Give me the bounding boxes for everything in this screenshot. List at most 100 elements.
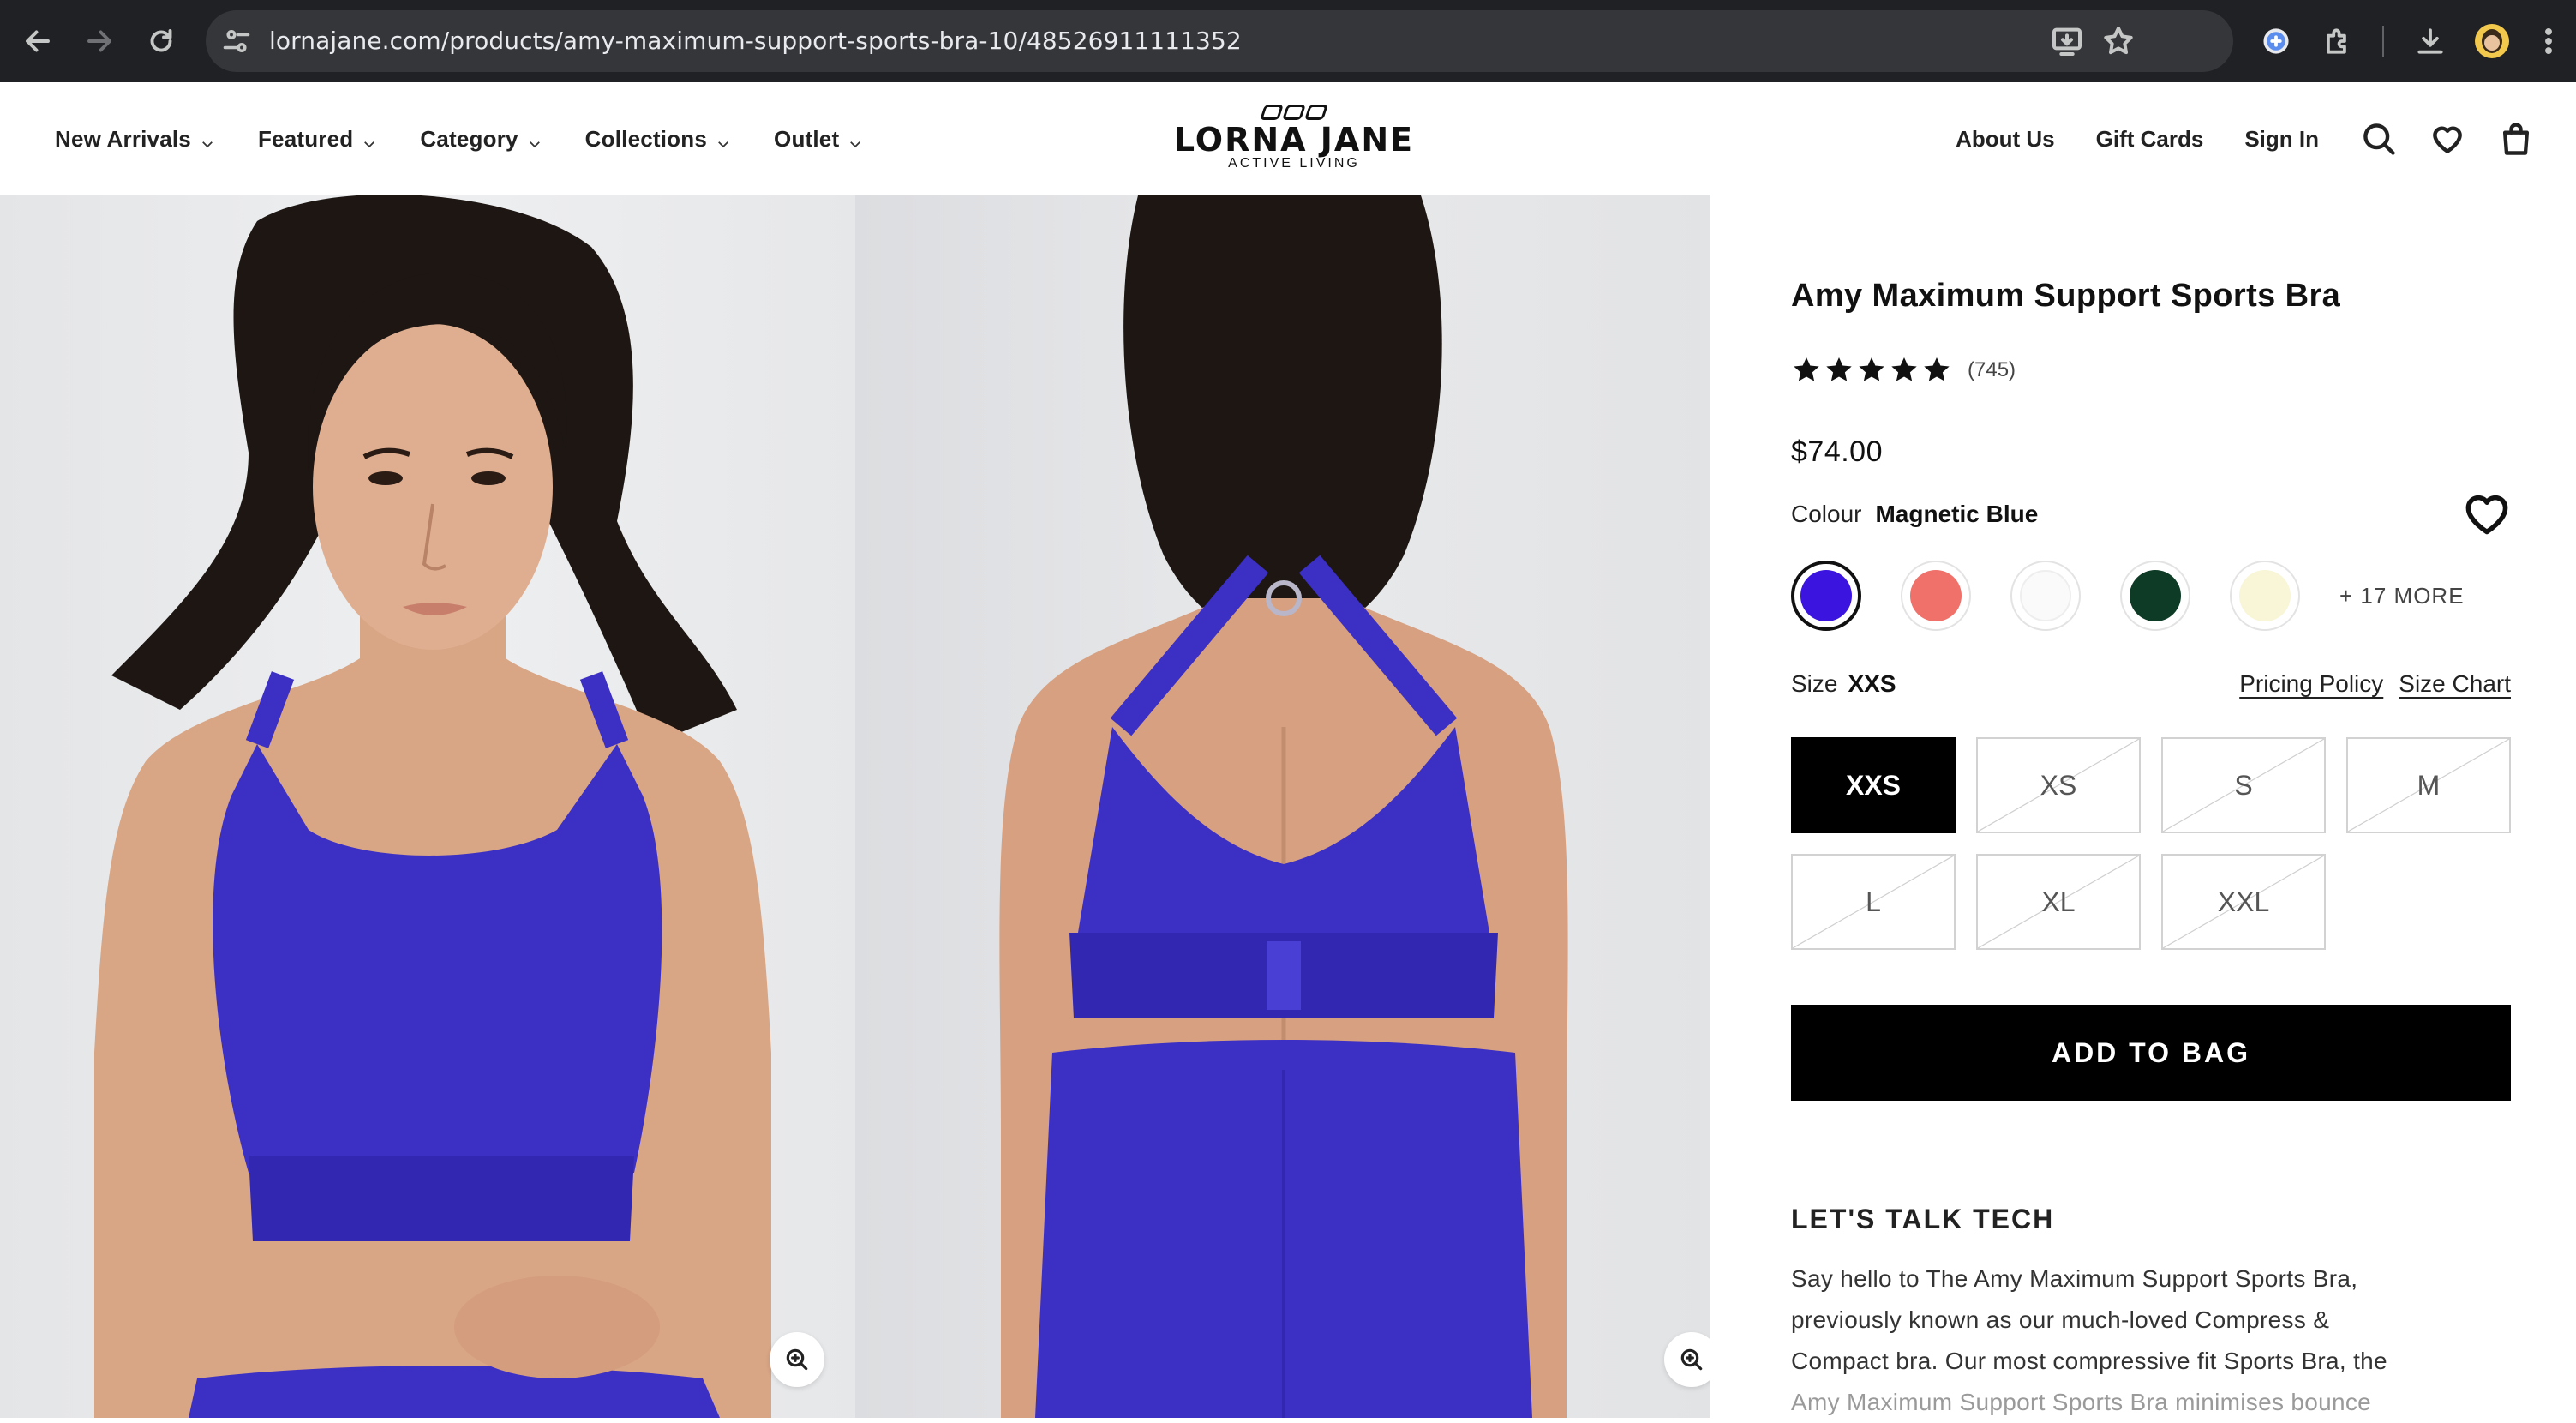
site-header: New Arrivals Featured Category Collectio… [0, 82, 2576, 195]
url-text[interactable]: lornajane.com/products/amy-maximum-suppo… [269, 10, 1242, 72]
colour-label: Colour [1791, 501, 1862, 527]
address-bar[interactable]: lornajane.com/products/amy-maximum-suppo… [206, 10, 2233, 72]
extension-icon[interactable] [2255, 21, 2297, 62]
model-front-illustration [94, 195, 771, 1418]
review-count[interactable]: (745) [1968, 358, 2016, 382]
zoom-button[interactable] [770, 1332, 824, 1387]
back-button[interactable] [17, 21, 58, 62]
size-option[interactable]: XXS [1791, 737, 1956, 833]
add-to-bag-button[interactable]: ADD TO BAG [1791, 1005, 2511, 1101]
size-value: XXS [1848, 670, 1896, 697]
toolbar-divider [2382, 26, 2384, 57]
nav-category[interactable]: Category [420, 126, 542, 153]
chevron-down-icon [848, 131, 863, 148]
zoom-in-icon [786, 1348, 808, 1371]
product-image-back[interactable] [855, 195, 1710, 1418]
pricing-policy-link[interactable]: Pricing Policy [2239, 670, 2383, 698]
colour-value: Magnetic Blue [1875, 501, 2039, 527]
logo-name: LORNA JANE [1173, 121, 1415, 159]
sign-in-link[interactable]: Sign In [2244, 126, 2319, 153]
search-icon[interactable] [2360, 120, 2398, 158]
shopping-bag-icon[interactable] [2497, 120, 2535, 158]
tech-description: Say hello to The Amy Maximum Support Spo… [1791, 1258, 2511, 1423]
size-option-label: XS [2040, 769, 2077, 801]
arrow-right-icon [87, 30, 111, 52]
star-icon [1824, 355, 1854, 386]
add-to-wishlist-heart-icon[interactable] [2463, 492, 2511, 537]
colour-swatch[interactable] [2230, 561, 2300, 631]
main-nav: New Arrivals Featured Category Collectio… [55, 82, 906, 195]
forward-button[interactable] [79, 21, 120, 62]
size-links: Pricing Policy Size Chart [2239, 670, 2511, 698]
size-option-unavailable[interactable]: M [2346, 737, 2511, 833]
chevron-down-icon [716, 131, 731, 148]
size-option-label: L [1866, 886, 1881, 917]
site-logo[interactable]: LORNA JANE ACTIVE LIVING [1165, 101, 1423, 178]
product-rating[interactable]: (745) [1791, 355, 2016, 386]
nav-collections[interactable]: Collections [585, 126, 731, 153]
colour-swatches: + 17 MORE [1791, 561, 2511, 633]
nav-label: New Arrivals [55, 125, 191, 152]
star-icon [1921, 355, 1952, 386]
menu-kebab-icon[interactable] [2528, 21, 2569, 62]
product-gallery [0, 195, 1710, 1418]
product-price: $74.00 [1791, 435, 1883, 468]
about-us-link[interactable]: About Us [1956, 126, 2055, 153]
size-option-unavailable[interactable]: XS [1976, 737, 2141, 833]
nav-outlet[interactable]: Outlet [774, 126, 863, 153]
chevron-down-icon [362, 131, 377, 148]
zoom-in-icon [1680, 1348, 1703, 1371]
size-option-label: XXS [1845, 769, 1902, 801]
chevron-down-icon [527, 131, 542, 148]
size-option-unavailable[interactable]: XXL [2161, 854, 2326, 950]
site-settings-icon[interactable] [221, 26, 252, 57]
product-info-panel: Amy Maximum Support Sports Bra (745) $74… [1791, 195, 2511, 1418]
size-row: Size XXS Pricing Policy Size Chart [1791, 670, 2511, 705]
more-colours-link[interactable]: + 17 MORE [2339, 583, 2465, 609]
tech-heading: LET'S TALK TECH [1791, 1204, 2055, 1234]
star-icon [1791, 355, 1822, 386]
size-option-unavailable[interactable]: L [1791, 854, 1956, 950]
nav-new-arrivals[interactable]: New Arrivals [55, 126, 215, 153]
utility-nav: About Us Gift Cards Sign In [1956, 82, 2576, 195]
nav-label: Outlet [774, 125, 840, 152]
profile-avatar[interactable] [2475, 24, 2509, 58]
size-label: Size [1791, 670, 1838, 697]
extensions-puzzle-icon[interactable] [2317, 21, 2358, 62]
nav-label: Featured [257, 125, 354, 152]
size-option-label: XL [2041, 886, 2076, 917]
size-option-label: XXL [2217, 886, 2270, 917]
model-back-illustration [999, 195, 1568, 1418]
install-app-icon[interactable] [2050, 24, 2084, 58]
gift-cards-link[interactable]: Gift Cards [2096, 126, 2204, 153]
bookmark-star-icon[interactable] [2101, 24, 2136, 58]
size-option-label: S [2234, 769, 2253, 801]
reload-button[interactable] [141, 21, 182, 62]
colour-swatch[interactable] [2010, 561, 2081, 631]
reload-icon [150, 29, 172, 52]
nav-featured[interactable]: Featured [258, 126, 377, 153]
colour-row: Colour Magnetic Blue [1791, 501, 2038, 528]
tech-line: Compact bra. Our most compressive fit Sp… [1791, 1348, 2387, 1374]
size-chart-link[interactable]: Size Chart [2399, 670, 2511, 698]
browser-toolbar: lornajane.com/products/amy-maximum-suppo… [0, 0, 2576, 82]
tech-line: previously known as our much-loved Compr… [1791, 1306, 2330, 1333]
tech-line: Amy Maximum Support Sports Bra minimises… [1791, 1389, 2371, 1415]
star-icon [1856, 355, 1887, 386]
nav-label: Collections [584, 125, 708, 152]
colour-swatch[interactable] [1791, 561, 1861, 631]
size-option-unavailable[interactable]: XL [1976, 854, 2141, 950]
downloads-icon[interactable] [2410, 21, 2451, 62]
star-icon [1889, 355, 1920, 386]
colour-swatch[interactable] [1901, 561, 1971, 631]
tech-line: Say hello to The Amy Maximum Support Spo… [1791, 1265, 2358, 1292]
wishlist-heart-icon[interactable] [2429, 120, 2466, 158]
size-option-label: M [2417, 769, 2441, 801]
nav-label: Category [420, 125, 518, 152]
rating-stars [1791, 355, 1952, 386]
arrow-left-icon [26, 30, 50, 52]
colour-swatch[interactable] [2120, 561, 2190, 631]
chevron-down-icon [200, 131, 215, 148]
product-image-front[interactable] [0, 195, 855, 1418]
size-option-unavailable[interactable]: S [2161, 737, 2326, 833]
